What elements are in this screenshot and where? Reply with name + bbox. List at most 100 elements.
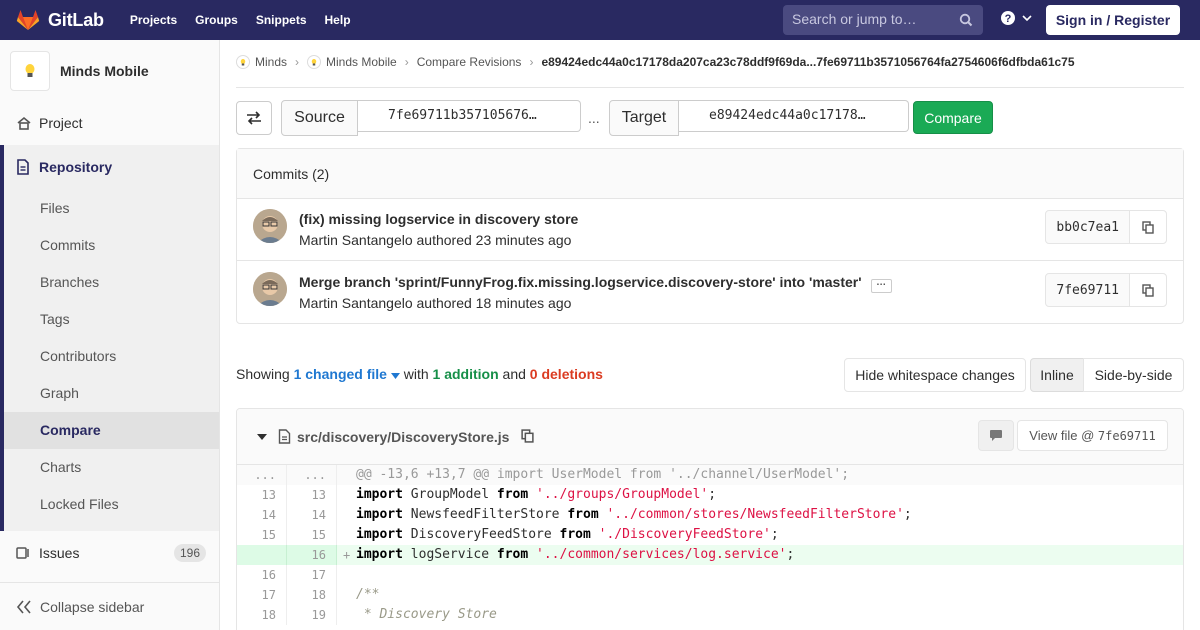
help-dropdown[interactable]: ? [1000, 10, 1033, 26]
nav-projects[interactable]: Projects [130, 13, 177, 27]
commit-title-link[interactable]: (fix) missing logservice in discovery st… [299, 211, 578, 227]
user-avatar-icon [253, 209, 287, 243]
sidebar-item-contributors[interactable]: Contributors [40, 348, 116, 364]
copy-icon[interactable] [521, 429, 534, 443]
project-name: Minds Mobile [60, 63, 149, 79]
side-by-side-button[interactable]: Side-by-side [1083, 358, 1184, 392]
commit-title-text: Merge branch 'sprint/FunnyFrog.fix.missi… [299, 274, 862, 290]
hunk-text: @@ -13,6 +13,7 @@ import UserModel from … [356, 467, 850, 482]
view-file-button[interactable]: View file @ 7fe69711 [1017, 420, 1168, 451]
breadcrumb-compare-revisions[interactable]: Compare Revisions [417, 55, 522, 69]
swap-revisions-button[interactable] [236, 101, 272, 135]
sidebar-item-files[interactable]: Files [40, 200, 70, 216]
brand[interactable]: GitLab [16, 0, 104, 40]
commit-title-link[interactable]: Merge branch 'sprint/FunnyFrog.fix.missi… [299, 274, 892, 293]
compare-button[interactable]: Compare [913, 101, 993, 134]
lightbulb-icon [25, 64, 35, 77]
new-line-number[interactable]: 18 [287, 585, 337, 605]
commit-row: Merge branch 'sprint/FunnyFrog.fix.missi… [237, 262, 1183, 324]
avatar[interactable] [253, 272, 287, 306]
commit-sha-group: 7fe69711 [1045, 273, 1167, 307]
source-ref-input[interactable]: 7fe69711b357105676… [358, 100, 581, 132]
collapse-sidebar-button[interactable]: Collapse sidebar [0, 582, 219, 630]
code-keyword: from [567, 507, 599, 522]
old-line-number[interactable]: 15 [237, 525, 287, 545]
new-line-number[interactable]: 15 [287, 525, 337, 545]
document-icon [17, 159, 29, 175]
lightbulb-icon [240, 58, 246, 65]
sidebar-item-issues[interactable]: Issues 196 [0, 542, 219, 564]
nav-groups[interactable]: Groups [195, 13, 238, 27]
breadcrumb-minds-mobile[interactable]: Minds Mobile [326, 55, 397, 69]
breadcrumb-minds[interactable]: Minds [255, 55, 287, 69]
code-keyword: from [496, 547, 529, 562]
old-line-number[interactable]: 16 [237, 565, 287, 585]
new-line-number[interactable]: 14 [287, 505, 337, 525]
expand-description-button[interactable]: … [870, 278, 892, 293]
commit-author-meta: Martin Santangelo authored 18 minutes ag… [299, 295, 572, 311]
code-punct: ; [770, 527, 779, 542]
code-keyword: from [496, 487, 529, 502]
new-line-number[interactable]: 17 [287, 565, 337, 585]
commit-sha-link[interactable]: 7fe69711 [1046, 274, 1130, 306]
project-avatar [10, 51, 50, 91]
diff-line-added: 16 + import logService from '../common/s… [237, 545, 1183, 565]
caret-down-icon [390, 373, 400, 379]
diff-line: 18 19 * Discovery Store [237, 605, 1183, 625]
sidebar-project-header[interactable]: Minds Mobile [0, 40, 219, 102]
inline-view-button[interactable]: Inline [1030, 358, 1084, 392]
diff-file: src/discovery/DiscoveryStore.js View fil… [236, 408, 1184, 630]
avatar[interactable] [253, 209, 287, 243]
code-string: './DiscoveryFeedStore' [598, 527, 771, 542]
commit-row: (fix) missing logservice in discovery st… [237, 199, 1183, 261]
caret-down-icon[interactable] [257, 433, 267, 441]
code-identifier: logService [402, 547, 497, 562]
sign-in-button[interactable]: Sign in / Register [1046, 5, 1180, 35]
sidebar-item-locked-files[interactable]: Locked Files [40, 496, 119, 512]
changed-files-dropdown[interactable]: 1 changed file [294, 366, 400, 382]
code-punct: ; [903, 507, 912, 522]
sidebar-item-tags[interactable]: Tags [40, 311, 70, 327]
old-line-number[interactable]: 17 [237, 585, 287, 605]
added-marker: + [343, 548, 351, 562]
copy-sha-button[interactable] [1130, 211, 1166, 243]
swap-icon [247, 111, 261, 125]
sidebar-item-commits[interactable]: Commits [40, 237, 95, 253]
breadcrumb-current[interactable]: e89424edc44a0c17178da207ca23c78ddf9f69da… [541, 55, 1074, 69]
old-line-number[interactable]: 13 [237, 485, 287, 505]
target-ref-input[interactable]: e89424edc44a0c17178… [679, 100, 909, 132]
sidebar-item-graph[interactable]: Graph [40, 385, 79, 401]
code-comment: * Discovery Store [356, 607, 497, 622]
sidebar-item-branches[interactable]: Branches [40, 274, 99, 290]
sidebar-item-compare[interactable]: Compare [40, 422, 101, 438]
commit-sha-group: bb0c7ea1 [1045, 210, 1167, 244]
nav-snippets[interactable]: Snippets [256, 13, 307, 27]
copy-sha-button[interactable] [1130, 274, 1166, 306]
diff-file-path[interactable]: src/discovery/DiscoveryStore.js [297, 429, 509, 445]
new-line-number[interactable]: 13 [287, 485, 337, 505]
sidebar-item-repository[interactable]: Repository [0, 156, 219, 178]
nav-help[interactable]: Help [325, 13, 351, 27]
code-identifier: DiscoveryFeedStore [402, 527, 560, 542]
hide-whitespace-button[interactable]: Hide whitespace changes [844, 358, 1026, 392]
additions-count: 1 addition [432, 366, 499, 382]
search-input[interactable]: Search or jump to… [783, 5, 983, 35]
breadcrumb-divider [236, 87, 1184, 88]
user-avatar-icon [253, 272, 287, 306]
sidebar-item-charts[interactable]: Charts [40, 459, 81, 475]
old-line-number[interactable] [237, 545, 287, 565]
commits-header: Commits (2) [237, 149, 1183, 199]
new-line-number[interactable]: 19 [287, 605, 337, 625]
breadcrumb-separator: › [295, 55, 300, 69]
svg-text:?: ? [1005, 13, 1012, 25]
commit-sha-link[interactable]: bb0c7ea1 [1046, 211, 1130, 243]
diff-lines: ... ... @@ -13,6 +13,7 @@ import UserMod… [237, 465, 1183, 625]
old-line-number[interactable]: 18 [237, 605, 287, 625]
sidebar-item-label: Issues [39, 545, 80, 561]
comment-button[interactable] [978, 420, 1014, 451]
new-line-number[interactable]: 16 [287, 545, 337, 565]
code-string: '../common/services/log.service' [536, 547, 787, 562]
view-file-sha: 7fe69711 [1097, 428, 1156, 443]
old-line-number[interactable]: 14 [237, 505, 287, 525]
sidebar-item-project[interactable]: Project [0, 112, 219, 134]
